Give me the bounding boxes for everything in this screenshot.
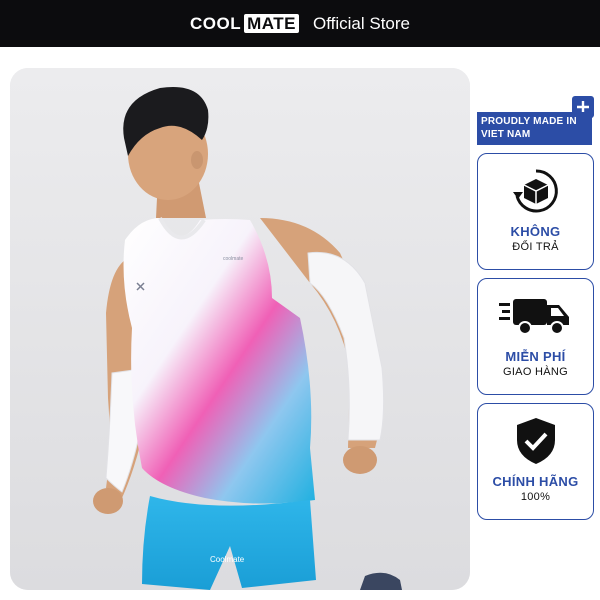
shield-check-icon xyxy=(478,416,593,466)
store-label: Official Store xyxy=(313,13,411,33)
store-header: COOL MATE Official Store xyxy=(0,0,600,47)
product-photo[interactable]: coolmate Coolmate xyxy=(10,68,470,590)
feature-subtitle: 100% xyxy=(520,491,551,503)
shorts-brand-text: Coolmate xyxy=(210,555,245,564)
svg-text:coolmate: coolmate xyxy=(223,256,244,262)
made-in-vietnam-badge: PROUDLY MADE IN VIET NAM xyxy=(477,112,592,145)
brand-cool-text: COOL xyxy=(189,13,242,33)
feature-title: KHÔNG xyxy=(510,224,561,239)
brand-logo[interactable]: COOL MATE xyxy=(190,14,299,34)
feature-card-authentic: CHÍNH HÃNG 100% xyxy=(477,403,594,520)
feature-subtitle: GIAO HÀNG xyxy=(502,366,569,378)
return-box-icon xyxy=(478,166,593,216)
feature-subtitle: ĐỔI TRẢ xyxy=(512,241,559,253)
feature-card-no-return: KHÔNG ĐỔI TRẢ xyxy=(477,153,594,270)
brand-mate-text: MATE xyxy=(244,14,299,33)
delivery-truck-icon xyxy=(478,291,593,341)
feature-card-free-shipping: MIỄN PHÍ GIAO HÀNG xyxy=(477,278,594,395)
feature-title: MIỄN PHÍ xyxy=(505,349,566,364)
feature-title: CHÍNH HÃNG xyxy=(492,474,579,489)
